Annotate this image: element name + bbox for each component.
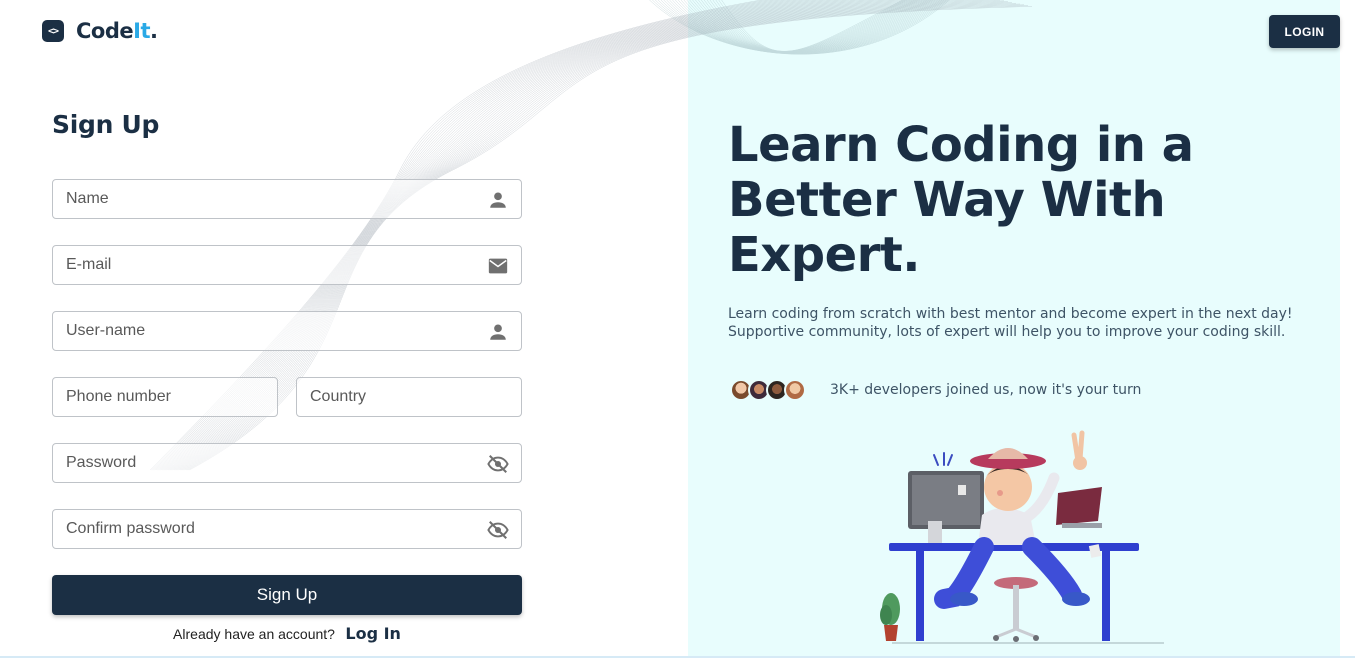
password-field [52,443,522,483]
confirm-password-input[interactable] [53,510,521,548]
developer-illustration [880,430,1164,644]
brand-name: CodeIt. [76,19,158,43]
person-icon [487,189,509,211]
brand-logo[interactable]: <> CodeIt. [42,19,158,43]
email-input[interactable] [53,246,521,284]
confirm-password-field [52,509,522,549]
account-question: Already have an account? [173,626,335,642]
right-edge [1340,0,1355,658]
username-field [52,311,522,351]
sign-up-button[interactable]: Sign Up [52,575,522,615]
form-title: Sign Up [52,110,160,139]
log-in-link[interactable]: Log In [345,624,401,643]
eye-off-icon[interactable] [487,453,509,475]
login-button[interactable]: LOGIN [1269,15,1340,48]
hero-title: Learn Coding in a Better Way With Expert… [728,117,1194,283]
hero-description: Learn coding from scratch with best ment… [728,306,1293,340]
avatar-group [730,379,808,401]
avatar [784,379,806,401]
username-input[interactable] [53,312,521,350]
phone-input[interactable] [53,378,277,416]
name-field [52,179,522,219]
mail-icon [487,255,509,277]
country-input[interactable] [297,378,521,416]
country-field [296,377,522,417]
email-field [52,245,522,285]
eye-off-icon[interactable] [487,519,509,541]
joined-row: 3K+ developers joined us, now it's your … [730,379,1141,401]
account-prompt: Already have an account? Log In [0,624,574,644]
name-input[interactable] [53,180,521,218]
code-brackets-icon: <> [42,20,64,42]
phone-field [52,377,278,417]
joined-text: 3K+ developers joined us, now it's your … [830,382,1142,398]
person-icon [487,321,509,343]
password-input[interactable] [53,444,521,482]
